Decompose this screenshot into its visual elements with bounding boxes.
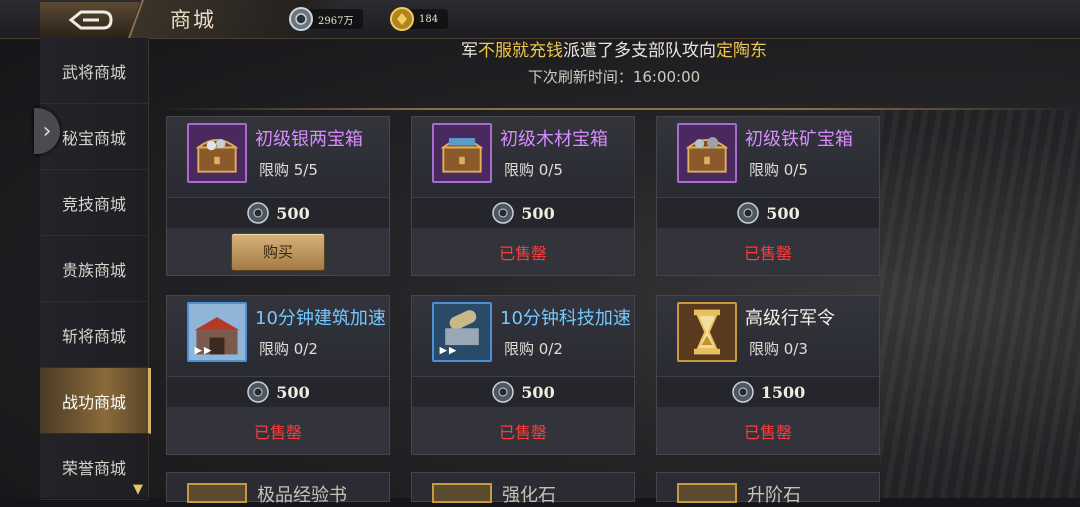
gold-resource: 184: [390, 7, 449, 31]
sold-out-label: 已售罄: [743, 422, 792, 442]
item-icon: [432, 483, 492, 503]
sidebar-item-general-shop[interactable]: 武将商城: [40, 38, 148, 104]
sidebar-item-slay-shop[interactable]: 斩将商城: [40, 302, 148, 368]
price-value: 500: [521, 382, 555, 402]
item-name: 升阶石: [747, 485, 801, 506]
item-name: 初级铁矿宝箱: [745, 129, 853, 150]
sidebar-item-honor-shop[interactable]: 荣誉商城: [40, 434, 148, 500]
silver-amount: 2967万: [318, 15, 354, 27]
gold-coin-icon: [390, 7, 414, 31]
sold-out-label: 已售罄: [498, 243, 547, 263]
shop-item-card: 高级行军令 限购 0/3 1500 已售罄: [656, 295, 880, 455]
divider: [160, 108, 1080, 110]
sidebar-item-arena-shop[interactable]: 竞技商城: [40, 170, 148, 236]
item-price: 500: [657, 197, 879, 228]
buy-button[interactable]: 购买: [231, 232, 325, 271]
item-name: 10分钟科技加速: [500, 308, 631, 329]
sold-out-label: 已售罄: [743, 243, 792, 263]
sold-out-label: 已售罄: [498, 422, 547, 442]
announcement-player: 不服就充钱: [478, 41, 563, 61]
purchase-limit: 限购 0/2: [259, 340, 318, 358]
sold-out-label: 已售罄: [253, 422, 302, 442]
price-value: 500: [766, 203, 800, 223]
silver-coin-icon: [289, 7, 313, 31]
purchase-limit: 限购 0/2: [504, 340, 563, 358]
shop-item-card: 10分钟科技加速 限购 0/2 500 已售罄: [411, 295, 635, 455]
item-price: 500: [412, 197, 634, 228]
shop-item-card: 初级木材宝箱 限购 0/5 500 已售罄: [411, 116, 635, 276]
page-title: 商城: [170, 8, 216, 32]
merit-coin-icon: [737, 202, 760, 224]
announcement-target: 定陶东: [716, 41, 767, 61]
sidebar: 武将商城 秘宝商城 竞技商城 贵族商城 斩将商城 战功商城 荣誉商城: [40, 38, 151, 500]
item-icon: [187, 483, 247, 503]
price-value: 500: [276, 382, 310, 402]
item-name: 初级银两宝箱: [255, 129, 363, 150]
item-price: 500: [167, 197, 389, 228]
tech-speedup-icon: [432, 302, 492, 362]
merit-coin-icon: [492, 381, 515, 403]
item-price: 500: [167, 376, 389, 407]
chevron-down-icon: ▼: [133, 482, 143, 497]
purchase-limit: 限购 0/3: [749, 340, 808, 358]
hourglass-icon: [677, 302, 737, 362]
gold-amount: 184: [419, 13, 439, 25]
silver-chest-icon: [187, 123, 247, 183]
scrolling-announcement: 军不服就充钱派遣了多支部队攻向定陶东: [148, 36, 1080, 61]
announcement-part: 军: [461, 41, 478, 61]
price-value: 500: [521, 203, 555, 223]
refresh-time: 下次刷新时间：16:00:00: [527, 68, 701, 86]
price-value: 500: [276, 203, 310, 223]
shop-item-card: 初级银两宝箱 限购 5/5 500 购买: [166, 116, 390, 276]
item-name: 10分钟建筑加速: [255, 308, 386, 329]
announcement-part: 派遣了多支部队攻向: [563, 41, 716, 61]
iron-chest-icon: [677, 123, 737, 183]
item-icon: [677, 483, 737, 503]
purchase-limit: 限购 5/5: [259, 161, 318, 179]
item-name: 强化石: [502, 485, 556, 506]
item-name: 初级木材宝箱: [500, 129, 608, 150]
merit-coin-icon: [247, 202, 270, 224]
sidebar-item-noble-shop[interactable]: 贵族商城: [40, 236, 148, 302]
item-price: 500: [412, 376, 634, 407]
merit-coin-icon: [492, 202, 515, 224]
wood-chest-icon: [432, 123, 492, 183]
top-bar: 商城 2967万 184: [0, 0, 1080, 39]
item-name: 高级行军令: [745, 308, 835, 329]
merit-coin-icon: [731, 381, 754, 403]
item-price: 1500: [657, 376, 879, 407]
shop-item-card: 初级铁矿宝箱 限购 0/5 500 已售罄: [656, 116, 880, 276]
price-value: 1500: [760, 382, 806, 402]
merit-coin-icon: [247, 381, 270, 403]
purchase-limit: 限购 0/5: [749, 161, 808, 179]
item-name: 极品经验书: [257, 485, 347, 506]
sidebar-item-merit-shop[interactable]: 战功商城: [40, 368, 151, 434]
purchase-limit: 限购 0/5: [504, 161, 563, 179]
back-arrow-icon: [68, 10, 113, 30]
shop-item-card: 10分钟建筑加速 限购 0/2 500 已售罄: [166, 295, 390, 455]
back-button[interactable]: [40, 2, 140, 38]
silver-resource: 2967万: [289, 7, 364, 31]
building-speedup-icon: [187, 302, 247, 362]
